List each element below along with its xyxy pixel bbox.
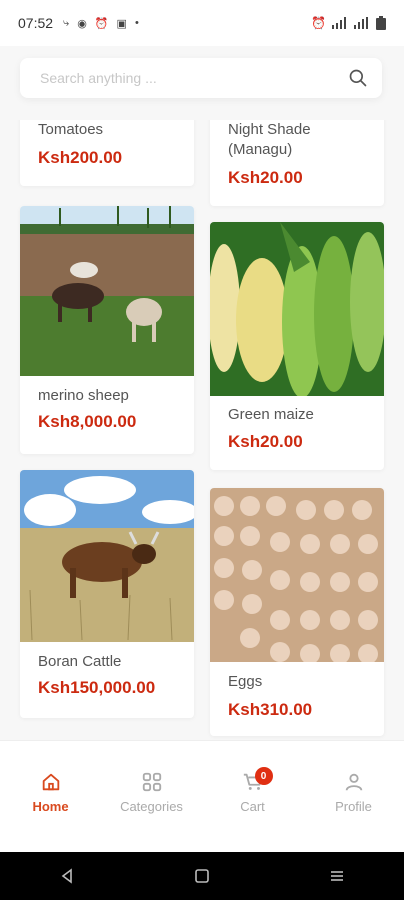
nav-item-cart[interactable]: 0 Cart bbox=[202, 741, 303, 853]
product-name: Boran Cattle bbox=[38, 653, 122, 670]
alarm-icon: ⏰ bbox=[311, 16, 326, 30]
product-card[interactable]: Tomatoes Ksh200.00 bbox=[20, 120, 194, 186]
status-notification-icons: ⤷ ◉ ⏰ ▣ • bbox=[63, 17, 139, 30]
product-card[interactable]: merino sheep Ksh8,000.00 bbox=[20, 206, 194, 454]
profile-icon bbox=[345, 773, 362, 791]
product-price: Ksh150,000.00 bbox=[38, 678, 156, 697]
search-input[interactable] bbox=[38, 69, 348, 87]
cattle-photo bbox=[20, 470, 194, 642]
product-name: Green maize bbox=[228, 406, 314, 423]
product-name: Eggs bbox=[228, 673, 263, 690]
product-grid: Tomatoes Ksh200.00 Night Shade (Managu) … bbox=[0, 120, 404, 740]
eggs-photo bbox=[210, 488, 384, 662]
wifi-icon bbox=[354, 17, 368, 29]
nav-label: Cart bbox=[240, 799, 265, 814]
product-name: Night Shade (Managu) bbox=[228, 121, 311, 158]
status-right: ⏰ bbox=[311, 16, 386, 30]
search-bar[interactable] bbox=[20, 58, 382, 98]
home-button-icon[interactable] bbox=[193, 867, 211, 885]
message-icon: ▣ bbox=[116, 17, 127, 30]
product-price: Ksh20.00 bbox=[228, 432, 303, 451]
product-price: Ksh200.00 bbox=[38, 148, 123, 167]
product-card[interactable]: Green maize Ksh20.00 bbox=[210, 222, 384, 470]
alarm-icon: ⏰ bbox=[94, 17, 109, 30]
categories-icon bbox=[142, 772, 161, 792]
sheep-photo bbox=[20, 206, 194, 376]
product-name: Tomatoes bbox=[38, 121, 104, 138]
status-time: 07:52 bbox=[18, 15, 54, 31]
battery-icon bbox=[376, 16, 386, 30]
product-price: Ksh8,000.00 bbox=[38, 412, 137, 431]
product-card[interactable]: Night Shade (Managu) Ksh20.00 bbox=[210, 120, 384, 206]
home-icon bbox=[42, 773, 59, 791]
search-icon[interactable] bbox=[348, 68, 368, 88]
status-bar: 07:52 ⤷ ◉ ⏰ ▣ • ⏰ bbox=[0, 0, 404, 46]
maize-photo bbox=[210, 222, 384, 396]
signal-icon bbox=[332, 17, 346, 29]
nav-item-home[interactable]: Home bbox=[0, 741, 101, 853]
product-price: Ksh310.00 bbox=[228, 700, 313, 719]
system-nav bbox=[0, 852, 404, 900]
back-icon[interactable] bbox=[58, 867, 76, 885]
nav-item-categories[interactable]: Categories bbox=[101, 741, 202, 853]
recents-icon[interactable] bbox=[328, 867, 346, 885]
nav-item-profile[interactable]: Profile bbox=[303, 741, 404, 853]
nav-label: Categories bbox=[120, 799, 183, 814]
nav-label: Home bbox=[32, 799, 69, 814]
bottom-nav: Home Categories 0 Cart Profile bbox=[0, 740, 404, 853]
product-card[interactable]: Eggs Ksh310.00 bbox=[210, 488, 384, 736]
dot-icon: • bbox=[134, 16, 139, 29]
nav-label: Profile bbox=[335, 799, 372, 814]
product-card[interactable]: Boran Cattle Ksh150,000.00 bbox=[20, 470, 194, 718]
share-icon: ⤷ bbox=[63, 16, 70, 29]
product-name: merino sheep bbox=[38, 387, 129, 404]
status-left: 07:52 ⤷ ◉ ⏰ ▣ • bbox=[18, 15, 139, 31]
product-price: Ksh20.00 bbox=[228, 168, 303, 187]
location-icon: ◉ bbox=[77, 17, 87, 30]
cart-badge: 0 bbox=[254, 767, 273, 785]
